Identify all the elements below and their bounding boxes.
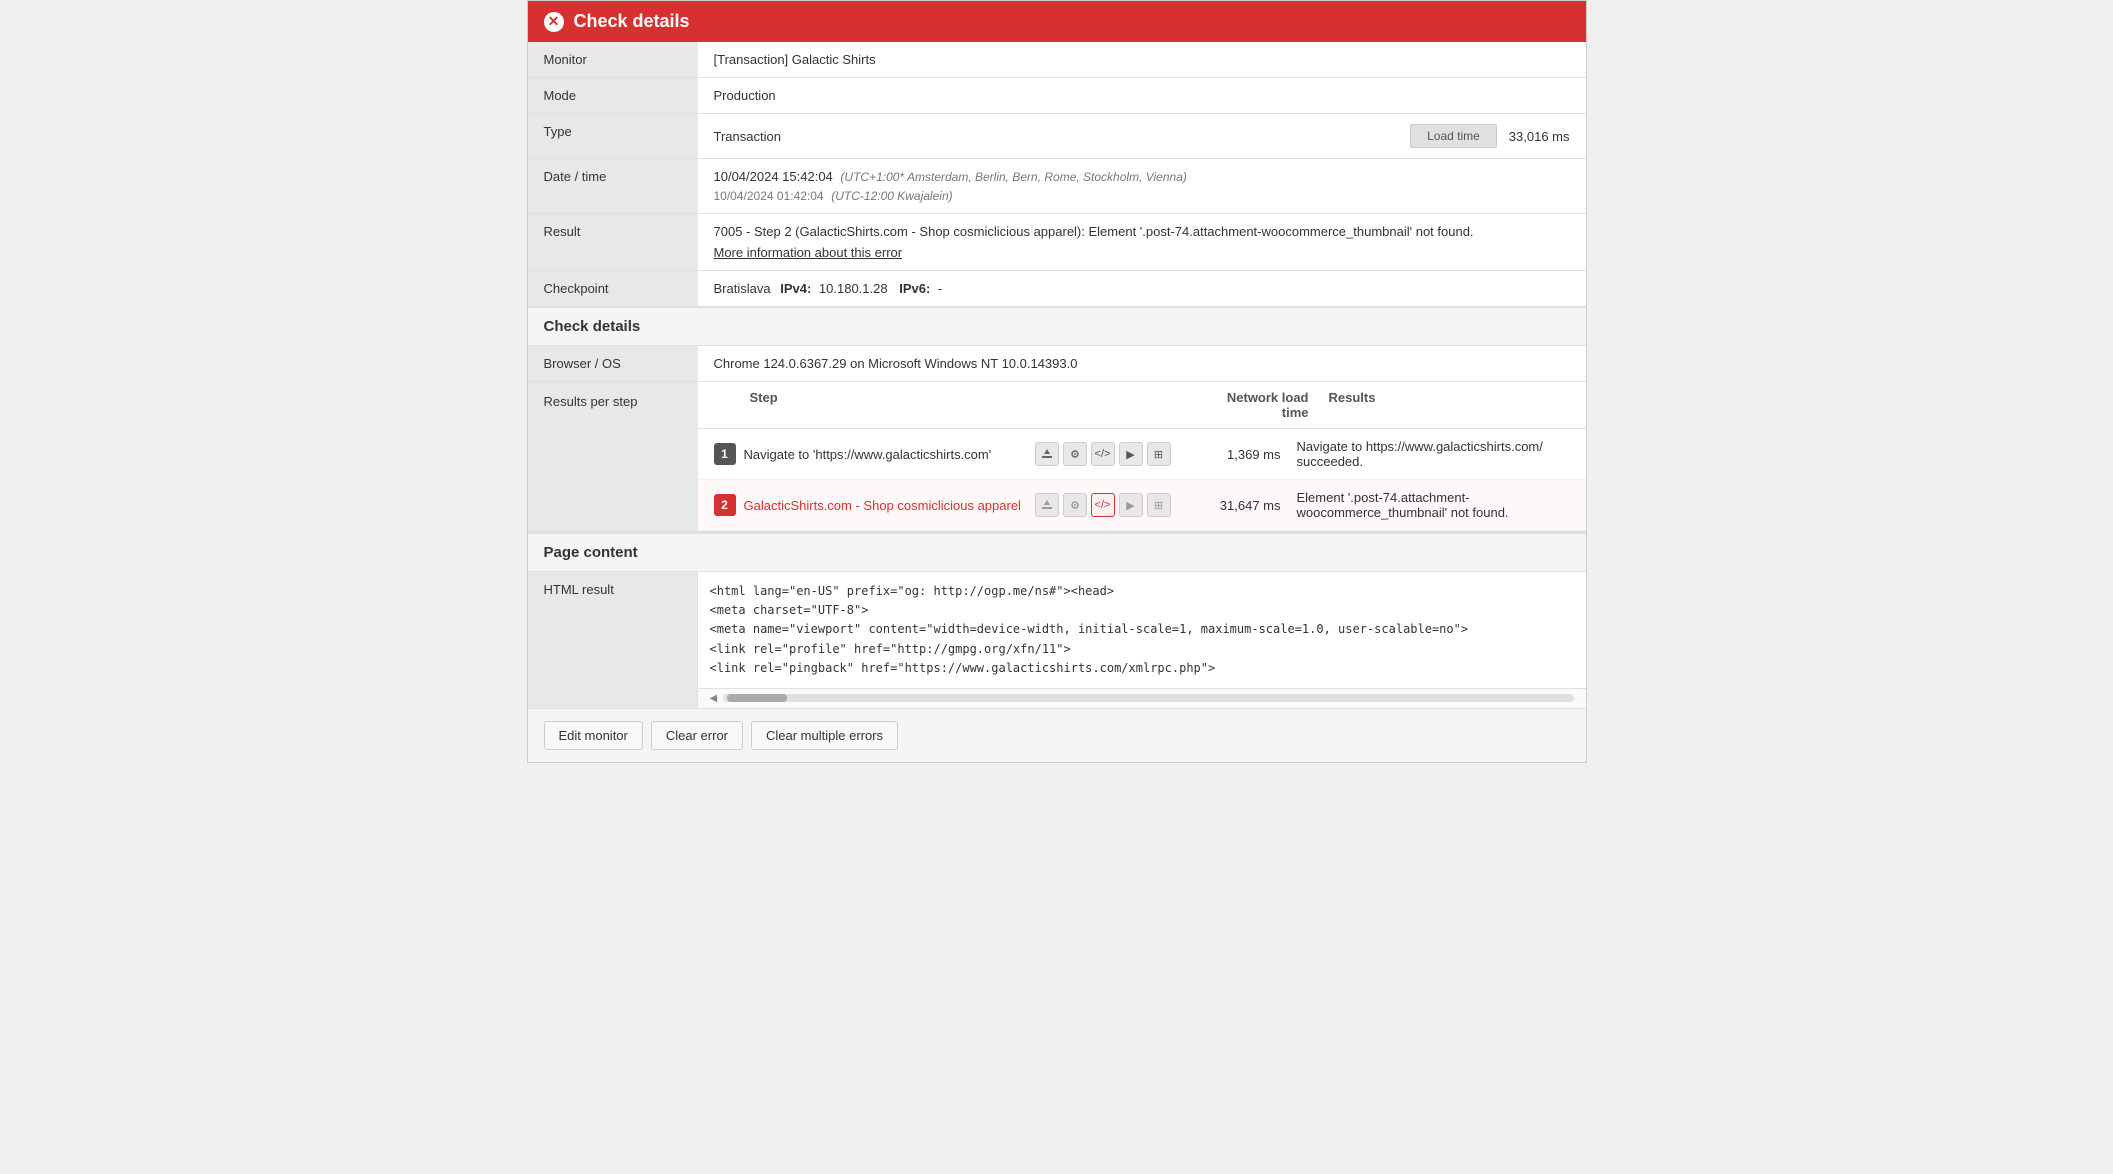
step-2-icon-code[interactable]: </> (1091, 493, 1115, 517)
browser-os-row: Browser / OS Chrome 124.0.6367.29 on Mic… (528, 346, 1586, 382)
step-row-2: 2 GalacticShirts.com - Shop cosmicliciou… (698, 480, 1586, 531)
monitor-value: [Transaction] Galactic Shirts (698, 42, 1586, 78)
step-1-result: Navigate to https://www.galacticshirts.c… (1297, 439, 1578, 469)
info-table: Monitor [Transaction] Galactic Shirts Mo… (528, 42, 1586, 307)
datetime-value: 10/04/2024 15:42:04 (UTC+1:00* Amsterdam… (698, 159, 1586, 214)
step-label-1: Navigate to 'https://www.galacticshirts.… (744, 447, 1025, 462)
more-info-link[interactable]: More information about this error (714, 245, 1570, 260)
mode-value: Production (698, 78, 1586, 114)
datetime-secondary: 10/04/2024 01:42:04 (714, 189, 824, 203)
title-bar: ✕ Check details (528, 1, 1586, 42)
results-per-step-label: Results per step (528, 382, 698, 532)
checkpoint-ipv6-label: IPv6: (899, 281, 930, 296)
step-col-header: Step (714, 390, 999, 420)
html-line-5: <link rel="pingback" href="https://www.g… (710, 659, 1574, 678)
datetime-primary-note: (UTC+1:00* Amsterdam, Berlin, Bern, Rome… (840, 170, 1186, 184)
load-time-value: 33,016 ms (1509, 129, 1570, 144)
mode-row: Mode Production (528, 78, 1586, 114)
clear-error-button[interactable]: Clear error (651, 721, 743, 750)
mode-label: Mode (528, 78, 698, 114)
step-1-icon-settings[interactable] (1063, 442, 1087, 466)
checkpoint-ipv4-label: IPv4: (780, 281, 811, 296)
html-code-box: <html lang="en-US" prefix="og: http://og… (698, 572, 1586, 688)
step-1-icon-run[interactable]: ▶ (1119, 442, 1143, 466)
page-title: Check details (574, 11, 690, 32)
step-2-icons: </> ▶ ⊞ (1035, 493, 1171, 517)
edit-monitor-button[interactable]: Edit monitor (544, 721, 643, 750)
check-details-table: Browser / OS Chrome 124.0.6367.29 on Mic… (528, 346, 1586, 532)
browser-os-label: Browser / OS (528, 346, 698, 382)
step-label-2: GalacticShirts.com - Shop cosmiclicious … (744, 498, 1025, 513)
checkpoint-row: Checkpoint Bratislava IPv4: 10.180.1.28 … (528, 271, 1586, 307)
result-text: 7005 - Step 2 (GalacticShirts.com - Shop… (714, 224, 1570, 239)
html-result-container: HTML result <html lang="en-US" prefix="o… (528, 572, 1586, 708)
scroll-left-icon[interactable]: ◀ (710, 693, 718, 704)
step-1-icon-download[interactable] (1035, 442, 1059, 466)
monitor-label: Monitor (528, 42, 698, 78)
checkpoint-ipv6-value: - (938, 281, 942, 296)
result-value: 7005 - Step 2 (GalacticShirts.com - Shop… (698, 214, 1586, 271)
scrollbar-area: ◀ (698, 688, 1586, 708)
html-line-1: <html lang="en-US" prefix="og: http://og… (710, 582, 1574, 601)
datetime-label: Date / time (528, 159, 698, 214)
footer-buttons: Edit monitor Clear error Clear multiple … (528, 708, 1586, 762)
step-1-network-time: 1,369 ms (1191, 447, 1281, 462)
close-icon[interactable]: ✕ (544, 12, 564, 32)
step-row-1: 1 Navigate to 'https://www.galacticshirt… (698, 429, 1586, 480)
step-2-icon-run[interactable]: ▶ (1119, 493, 1143, 517)
step-2-icon-settings[interactable] (1063, 493, 1087, 517)
result-label: Result (528, 214, 698, 271)
steps-table-header: Step Network load time Results (698, 382, 1586, 429)
scrollbar-track[interactable] (723, 694, 1573, 702)
type-value: Transaction Load time 33,016 ms (698, 114, 1586, 159)
step-2-network-time: 31,647 ms (1191, 498, 1281, 513)
type-label: Type (528, 114, 698, 159)
step-1-icon-code[interactable]: </> (1091, 442, 1115, 466)
network-col-header: Network load time (1199, 390, 1309, 420)
results-col-header: Results (1309, 390, 1578, 420)
step-number-1: 1 (714, 443, 736, 465)
step-2-icon-grid[interactable]: ⊞ (1147, 493, 1171, 517)
html-result-label: HTML result (528, 572, 698, 708)
page-content-section: Page content HTML result <html lang="en-… (528, 532, 1586, 708)
step-2-result: Element '.post-74.attachment-woocommerce… (1297, 490, 1578, 520)
datetime-secondary-note: (UTC-12:00 Kwajalein) (831, 189, 952, 203)
results-per-step-value: Step Network load time Results 1 Navigat… (698, 382, 1586, 532)
clear-multiple-errors-button[interactable]: Clear multiple errors (751, 721, 898, 750)
scrollbar-thumb[interactable] (727, 694, 787, 702)
load-time-badge: Load time (1410, 124, 1497, 148)
checkpoint-ipv4-value: 10.180.1.28 (819, 281, 888, 296)
browser-os-value: Chrome 124.0.6367.29 on Microsoft Window… (698, 346, 1586, 382)
checkpoint-value: Bratislava IPv4: 10.180.1.28 IPv6: - (698, 271, 1586, 307)
checkpoint-city: Bratislava (714, 281, 771, 296)
result-row: Result 7005 - Step 2 (GalacticShirts.com… (528, 214, 1586, 271)
step-2-icon-download[interactable] (1035, 493, 1059, 517)
page-content-header: Page content (528, 533, 1586, 572)
datetime-primary: 10/04/2024 15:42:04 (714, 169, 833, 184)
step-number-2: 2 (714, 494, 736, 516)
type-row: Type Transaction Load time 33,016 ms (528, 114, 1586, 159)
monitor-row: Monitor [Transaction] Galactic Shirts (528, 42, 1586, 78)
step-1-icon-grid[interactable]: ⊞ (1147, 442, 1171, 466)
html-line-4: <link rel="profile" href="http://gmpg.or… (710, 640, 1574, 659)
datetime-row: Date / time 10/04/2024 15:42:04 (UTC+1:0… (528, 159, 1586, 214)
html-line-3: <meta name="viewport" content="width=dev… (710, 620, 1574, 639)
results-per-step-row: Results per step Step Network load time … (528, 382, 1586, 532)
type-text: Transaction (714, 129, 781, 144)
check-details-section-header: Check details (528, 307, 1586, 346)
checkpoint-label: Checkpoint (528, 271, 698, 307)
html-line-2: <meta charset="UTF-8"> (710, 601, 1574, 620)
step-1-icons: </> ▶ ⊞ (1035, 442, 1171, 466)
